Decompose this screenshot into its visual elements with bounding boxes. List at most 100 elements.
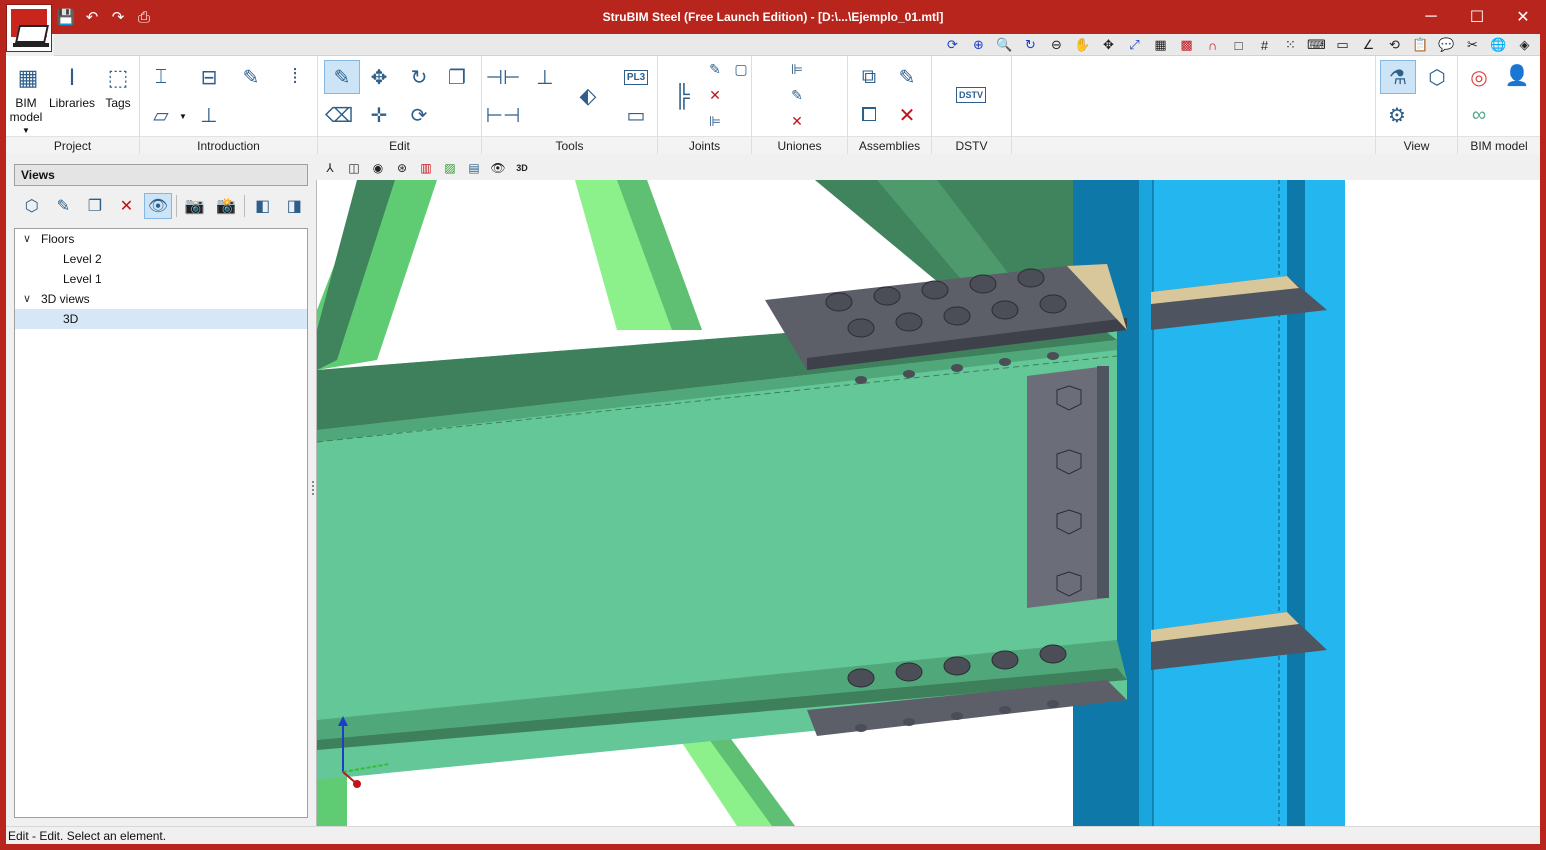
filter-green-icon[interactable]: ▨: [440, 158, 460, 178]
copy-icon[interactable]: ❐: [442, 62, 472, 92]
anchor-icon[interactable]: ⊥: [194, 100, 224, 130]
section-box-icon[interactable]: ◧: [249, 193, 277, 219]
tag-icon[interactable]: ⬖: [570, 78, 606, 114]
assembly-add-icon[interactable]: ⧉: [854, 62, 884, 92]
delete-view-icon[interactable]: ✕: [113, 193, 141, 219]
steel-profile-icon[interactable]: ⌶: [146, 62, 176, 92]
assembly-delete-icon[interactable]: ✕: [892, 100, 922, 130]
app-logo[interactable]: [6, 4, 52, 52]
plate-dropdown-icon[interactable]: ▼: [178, 110, 188, 124]
square-icon[interactable]: □: [1227, 36, 1250, 54]
dstv-export-icon[interactable]: DSTV: [954, 80, 988, 110]
hide-eye-icon[interactable]: 👁: [488, 158, 508, 178]
tags-icon[interactable]: ⬚: [100, 60, 136, 96]
comment-icon[interactable]: 💬: [1435, 36, 1458, 54]
filter-red-icon[interactable]: ▥: [416, 158, 436, 178]
section-plane-icon[interactable]: ◨: [281, 193, 309, 219]
camera-icon[interactable]: 📷: [181, 193, 209, 219]
keyboard-icon[interactable]: ⌨: [1305, 36, 1328, 54]
bim-sync-icon[interactable]: ◎: [1464, 62, 1494, 92]
zoom-icon[interactable]: 🔍: [993, 36, 1016, 54]
tree-node-floors[interactable]: ∨ Floors: [15, 229, 307, 249]
tree-node-level-2[interactable]: Level 2: [15, 249, 307, 269]
camera-edit-icon[interactable]: 📸: [212, 193, 240, 219]
move-point-icon[interactable]: ✛: [364, 100, 394, 130]
chevron-down-icon[interactable]: ∨: [23, 289, 31, 309]
user-account-icon[interactable]: 👤: [1502, 60, 1532, 90]
move-view-icon[interactable]: ✥: [1097, 36, 1120, 54]
tools-icon[interactable]: ✂: [1461, 36, 1484, 54]
new-view-icon[interactable]: ⬡: [18, 193, 46, 219]
plate-icon[interactable]: ▱: [146, 100, 176, 130]
rotate-tool-icon[interactable]: ↻: [404, 62, 434, 92]
chevron-down-icon[interactable]: ∨: [23, 229, 31, 249]
joint-window-icon[interactable]: ▢: [730, 58, 752, 80]
close-button[interactable]: ✕: [1500, 0, 1546, 34]
view-control-strip: ⟳ ⊕ 🔍 ↻ ⊖ ✋ ✥ ⤢ ▦ ▩ ∩ □ # ⁙ ⌨ ▭ ∠ ⟲ 📋 💬 …: [54, 34, 1540, 56]
angle-icon[interactable]: ∠: [1357, 36, 1380, 54]
tree-node-level-1[interactable]: Level 1: [15, 269, 307, 289]
libraries-button[interactable]: Libraries: [48, 96, 96, 110]
bolt-icon[interactable]: ⊟: [194, 62, 224, 92]
copy-view-icon[interactable]: ❐: [81, 193, 109, 219]
union-add-icon[interactable]: ⊫: [786, 58, 808, 80]
tree-node-3d[interactable]: 3D: [15, 309, 307, 329]
edit-pencil-icon[interactable]: ✎: [324, 60, 360, 94]
weld-icon[interactable]: ✎: [236, 62, 266, 92]
view-lights-icon[interactable]: ⚗: [1380, 60, 1416, 94]
magnet-icon[interactable]: ∩: [1201, 36, 1224, 54]
eye-cross-icon[interactable]: ⊛: [392, 158, 412, 178]
tree-node-3d-views[interactable]: ∨ 3D views: [15, 289, 307, 309]
joint-edit-icon[interactable]: ✎: [704, 58, 726, 80]
eraser-icon[interactable]: ⌫: [324, 100, 354, 130]
extend-icon[interactable]: ⊥: [530, 62, 560, 92]
rotate-icon[interactable]: ⟲: [1383, 36, 1406, 54]
split-icon[interactable]: ⊣⊢: [486, 62, 521, 92]
group-edit: ✎ ✥ ↻ ❐ ⌫ ✛ ⟳ Edit: [318, 56, 482, 154]
globe-icon[interactable]: 🌐: [1487, 36, 1510, 54]
edit-view-icon[interactable]: ✎: [50, 193, 78, 219]
axes-icon[interactable]: ⅄: [320, 158, 340, 178]
rotate-point-icon[interactable]: ⟳: [404, 100, 434, 130]
bim-model-icon[interactable]: ▦: [10, 60, 46, 96]
pan-hand-icon[interactable]: ✋: [1071, 36, 1094, 54]
cube-icon[interactable]: ◫: [344, 158, 364, 178]
joint-delete-icon[interactable]: ✕: [704, 84, 726, 106]
clipboard-icon[interactable]: 📋: [1409, 36, 1432, 54]
view-cube-icon[interactable]: ⬡: [1422, 62, 1452, 92]
assembly-edit-icon[interactable]: ✎: [892, 62, 922, 92]
grid-points-icon[interactable]: ⁞: [280, 62, 310, 92]
grid-red-icon[interactable]: ▩: [1175, 36, 1198, 54]
refresh-icon[interactable]: ↻: [1019, 36, 1042, 54]
orbit-icon[interactable]: ⟳: [941, 36, 964, 54]
bim-share-icon[interactable]: ∞: [1464, 100, 1494, 130]
union-edit-icon[interactable]: ✎: [786, 84, 808, 106]
join-icon[interactable]: ⊢⊣: [486, 100, 521, 130]
settings-gear-icon[interactable]: ⚙: [1382, 100, 1412, 130]
pl3-button[interactable]: PL3: [620, 62, 652, 92]
maximize-button[interactable]: ☐: [1454, 0, 1500, 34]
union-delete-icon[interactable]: ✕: [786, 110, 808, 132]
assembly-group-icon[interactable]: ⧠: [854, 100, 884, 130]
grid-icon[interactable]: #: [1253, 36, 1276, 54]
view-3d-button[interactable]: 3D: [512, 158, 532, 178]
minimize-button[interactable]: ─: [1408, 0, 1454, 34]
libraries-icon[interactable]: Ⅰ: [54, 60, 90, 96]
ruler-icon[interactable]: ▭: [1331, 36, 1354, 54]
zoom-out-icon[interactable]: ⊖: [1045, 36, 1068, 54]
filter-blue-icon[interactable]: ▤: [464, 158, 484, 178]
dots-grid-icon[interactable]: ⁙: [1279, 36, 1302, 54]
joint-list-icon[interactable]: ⊫: [704, 110, 726, 132]
bim-model-button[interactable]: BIM model: [6, 96, 46, 124]
fit-view-icon[interactable]: ⤢: [1123, 36, 1146, 54]
zoom-window-icon[interactable]: ⊕: [967, 36, 990, 54]
eye-icon[interactable]: ◉: [368, 158, 388, 178]
3d-viewport[interactable]: [316, 180, 1540, 826]
joint-icon[interactable]: ╠: [664, 78, 700, 114]
move-icon[interactable]: ✥: [364, 62, 394, 92]
visibility-view-icon[interactable]: 👁: [144, 193, 172, 219]
box-icon[interactable]: ◈: [1513, 36, 1536, 54]
drawing-icon[interactable]: ▭: [620, 100, 652, 130]
tags-button[interactable]: Tags: [98, 96, 138, 110]
layers-icon[interactable]: ▦: [1149, 36, 1172, 54]
